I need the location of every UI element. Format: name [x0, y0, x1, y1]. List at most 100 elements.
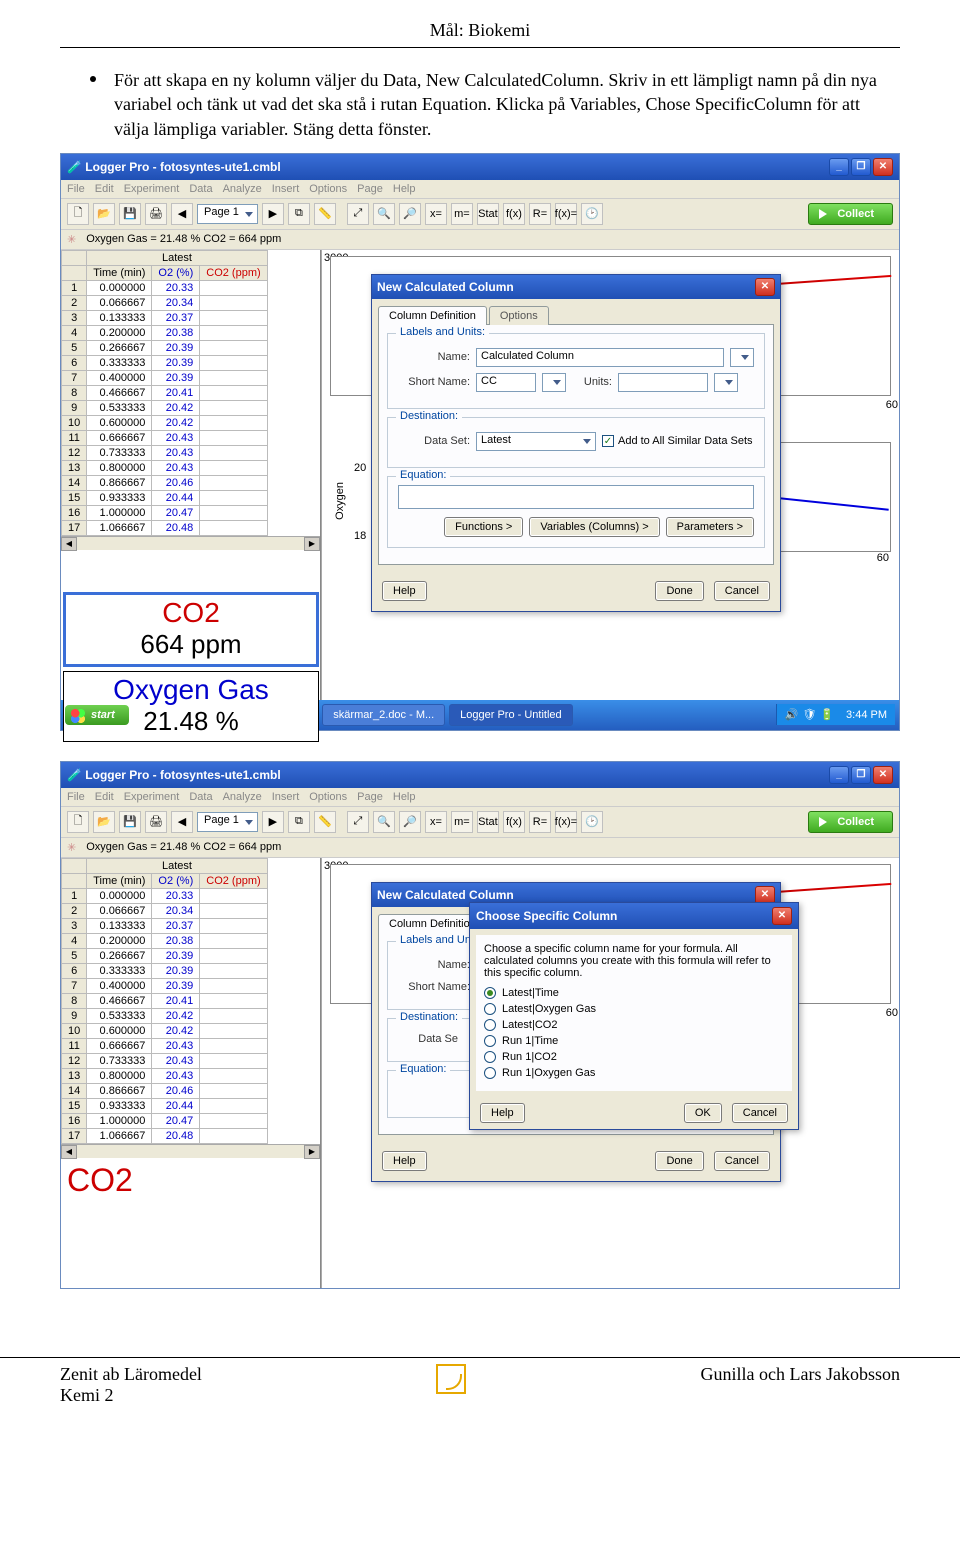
cell-co2[interactable] — [200, 295, 267, 310]
menu-insert[interactable]: Insert — [272, 791, 300, 803]
cell-time[interactable]: 0.533333 — [87, 1008, 152, 1023]
cell-time[interactable]: 0.733333 — [87, 1053, 152, 1068]
cell-time[interactable]: 0.266667 — [87, 340, 152, 355]
col-o2[interactable]: O2 (%) — [152, 873, 200, 888]
cell-time[interactable]: 1.066667 — [87, 520, 152, 535]
menu-data[interactable]: Data — [189, 791, 212, 803]
clock-icon[interactable]: 🕑 — [581, 811, 603, 833]
cell-co2[interactable] — [200, 490, 267, 505]
data-table[interactable]: Latest Time (min) O2 (%) CO2 (ppm) 1 0.0… — [61, 858, 321, 1288]
cell-co2[interactable] — [200, 430, 267, 445]
ruler-icon[interactable]: 📏 — [314, 811, 336, 833]
dialog-done-button[interactable]: Done — [655, 581, 703, 601]
cell-o2[interactable]: 20.39 — [152, 370, 200, 385]
cell-time[interactable]: 0.400000 — [87, 978, 152, 993]
cell-time[interactable]: 0.000000 — [87, 888, 152, 903]
add-all-checkbox[interactable]: ✓ Add to All Similar Data Sets — [602, 435, 753, 447]
menu-file[interactable]: File — [67, 791, 85, 803]
cell-o2[interactable]: 20.41 — [152, 385, 200, 400]
cell-time[interactable]: 0.266667 — [87, 948, 152, 963]
cell-time[interactable]: 0.800000 — [87, 460, 152, 475]
linear-fit-icon[interactable]: R= — [529, 203, 551, 225]
cell-o2[interactable]: 20.37 — [152, 918, 200, 933]
fit-icon[interactable]: f(x) — [503, 811, 525, 833]
tab-column-definition[interactable]: Column Definition — [378, 306, 487, 325]
linear-fit-icon[interactable]: R= — [529, 811, 551, 833]
system-tray[interactable]: 🔊 🛡 🔋 3:44 PM — [776, 704, 895, 725]
cell-time[interactable]: 0.400000 — [87, 370, 152, 385]
cell-co2[interactable] — [200, 1053, 267, 1068]
column-radio-option[interactable]: Run 1|Time — [484, 1035, 784, 1047]
scroll-left-icon[interactable]: ◀ — [61, 1145, 77, 1159]
scroll-left-icon[interactable]: ◀ — [61, 537, 77, 551]
cell-o2[interactable]: 20.34 — [152, 295, 200, 310]
close-button[interactable]: ✕ — [873, 766, 893, 784]
minimize-button[interactable]: _ — [829, 766, 849, 784]
data-browser-icon[interactable]: ⧉ — [288, 203, 310, 225]
prev-page-icon[interactable]: ◀ — [171, 811, 193, 833]
cell-o2[interactable]: 20.42 — [152, 415, 200, 430]
cell-co2[interactable] — [200, 978, 267, 993]
cell-time[interactable]: 0.066667 — [87, 295, 152, 310]
new-icon[interactable]: 🗋 — [67, 811, 89, 833]
cell-time[interactable]: 0.933333 — [87, 490, 152, 505]
cell-time[interactable]: 0.066667 — [87, 903, 152, 918]
menu-data[interactable]: Data — [189, 183, 212, 195]
cell-co2[interactable] — [200, 1038, 267, 1053]
cell-co2[interactable] — [200, 948, 267, 963]
cell-time[interactable]: 1.000000 — [87, 1113, 152, 1128]
open-icon[interactable]: 📂 — [93, 203, 115, 225]
cell-co2[interactable] — [200, 963, 267, 978]
cell-co2[interactable] — [200, 888, 267, 903]
cell-o2[interactable]: 20.33 — [152, 888, 200, 903]
units-dropdown[interactable] — [714, 373, 738, 392]
tray-icon[interactable]: 🔊 — [785, 708, 799, 721]
task-word[interactable]: skärmar_2.doc - M... — [322, 704, 445, 726]
cell-co2[interactable] — [200, 400, 267, 415]
menu-analyze[interactable]: Analyze — [223, 183, 262, 195]
cell-o2[interactable]: 20.47 — [152, 1113, 200, 1128]
radio-icon[interactable] — [484, 1003, 496, 1015]
cell-o2[interactable]: 20.33 — [152, 280, 200, 295]
menu-insert[interactable]: Insert — [272, 183, 300, 195]
print-icon[interactable]: 🖨 — [145, 203, 167, 225]
dataset-select[interactable]: Latest — [476, 432, 596, 451]
cell-co2[interactable] — [200, 340, 267, 355]
variables-button[interactable]: Variables (Columns) > — [529, 517, 659, 537]
subdialog-ok-button[interactable]: OK — [684, 1103, 722, 1123]
tray-icon[interactable]: 🛡 — [802, 708, 816, 721]
col-time[interactable]: Time (min) — [87, 873, 152, 888]
col-co2[interactable]: CO2 (ppm) — [200, 265, 267, 280]
tangent-icon[interactable]: m= — [451, 811, 473, 833]
cell-time[interactable]: 1.066667 — [87, 1128, 152, 1143]
cell-time[interactable]: 0.866667 — [87, 475, 152, 490]
column-radio-option[interactable]: Run 1|Oxygen Gas — [484, 1067, 784, 1079]
cell-co2[interactable] — [200, 460, 267, 475]
cell-co2[interactable] — [200, 325, 267, 340]
subdialog-cancel-button[interactable]: Cancel — [732, 1103, 788, 1123]
collect-button[interactable]: Collect — [808, 203, 893, 225]
cell-time[interactable]: 0.866667 — [87, 1083, 152, 1098]
cell-o2[interactable]: 20.39 — [152, 340, 200, 355]
cell-o2[interactable]: 20.48 — [152, 1128, 200, 1143]
cell-o2[interactable]: 20.43 — [152, 430, 200, 445]
shortname-dropdown[interactable] — [542, 373, 566, 392]
stats-icon[interactable]: Stat — [477, 203, 499, 225]
scroll-right-icon[interactable]: ▶ — [304, 1145, 320, 1159]
cell-o2[interactable]: 20.43 — [152, 460, 200, 475]
zoom-out-icon[interactable]: 🔎 — [399, 811, 421, 833]
dialog-cancel-button[interactable]: Cancel — [714, 1151, 770, 1171]
cell-co2[interactable] — [200, 475, 267, 490]
dialog-help-button[interactable]: Help — [382, 1151, 427, 1171]
cell-time[interactable]: 0.200000 — [87, 325, 152, 340]
cell-o2[interactable]: 20.43 — [152, 1053, 200, 1068]
name-dropdown[interactable] — [730, 348, 754, 367]
cell-co2[interactable] — [200, 1128, 267, 1143]
new-calculated-column-dialog[interactable]: New Calculated Column ✕ Column Definitio… — [371, 274, 781, 612]
cell-co2[interactable] — [200, 918, 267, 933]
cell-o2[interactable]: 20.39 — [152, 978, 200, 993]
cell-time[interactable]: 0.933333 — [87, 1098, 152, 1113]
page-selector[interactable]: Page 1 — [197, 812, 258, 832]
cell-time[interactable]: 0.600000 — [87, 1023, 152, 1038]
fit-icon[interactable]: f(x) — [503, 203, 525, 225]
